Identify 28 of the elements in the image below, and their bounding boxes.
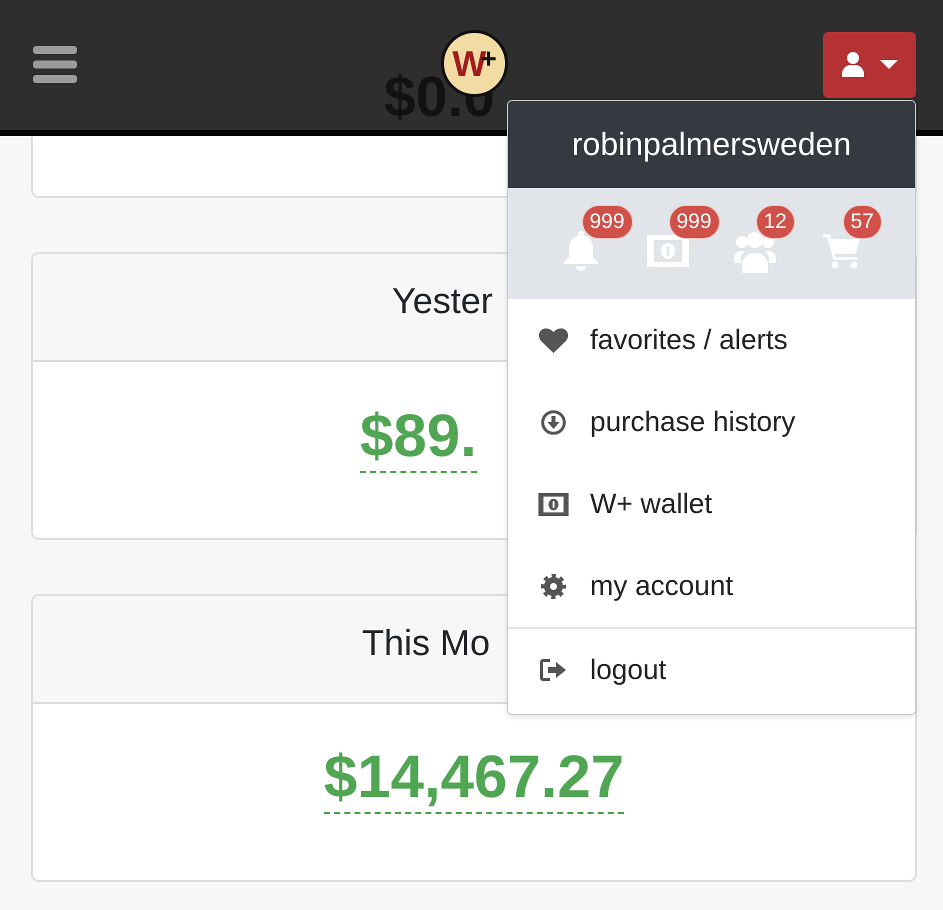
menu-item[interactable]: W+ wallet <box>508 463 915 545</box>
menu-item[interactable]: my account <box>508 545 915 627</box>
count-badge: 999 <box>582 205 633 239</box>
user-icon <box>842 52 864 77</box>
bell-icon[interactable] <box>562 231 598 271</box>
amount-value: $89. <box>360 406 477 472</box>
menu-item[interactable]: purchase history <box>508 381 915 463</box>
banknote-icon <box>538 492 568 516</box>
menu-button[interactable] <box>33 46 77 83</box>
sign-out-icon <box>540 659 566 681</box>
user-menu-button[interactable] <box>823 32 916 98</box>
count-badge: 57 <box>842 205 882 239</box>
banknote-icon[interactable] <box>646 235 688 267</box>
heart-icon <box>538 328 568 352</box>
count-badge: 12 <box>756 205 795 239</box>
menu-icon <box>33 46 77 83</box>
caret-icon <box>880 60 898 69</box>
menu-item[interactable]: favorites / alerts <box>508 299 915 381</box>
download-circle-icon <box>540 410 566 434</box>
cart-icon[interactable] <box>823 233 860 269</box>
users-icon[interactable] <box>734 230 776 272</box>
gear-icon <box>540 574 566 598</box>
card-title: This Mo <box>362 622 490 664</box>
card-title: Yester <box>392 280 493 322</box>
username: robinpalmersweden <box>572 126 852 163</box>
count-badge: 999 <box>668 205 720 239</box>
menu-item[interactable]: logout <box>508 629 915 711</box>
amount-value: $14,467.27 <box>324 746 624 814</box>
